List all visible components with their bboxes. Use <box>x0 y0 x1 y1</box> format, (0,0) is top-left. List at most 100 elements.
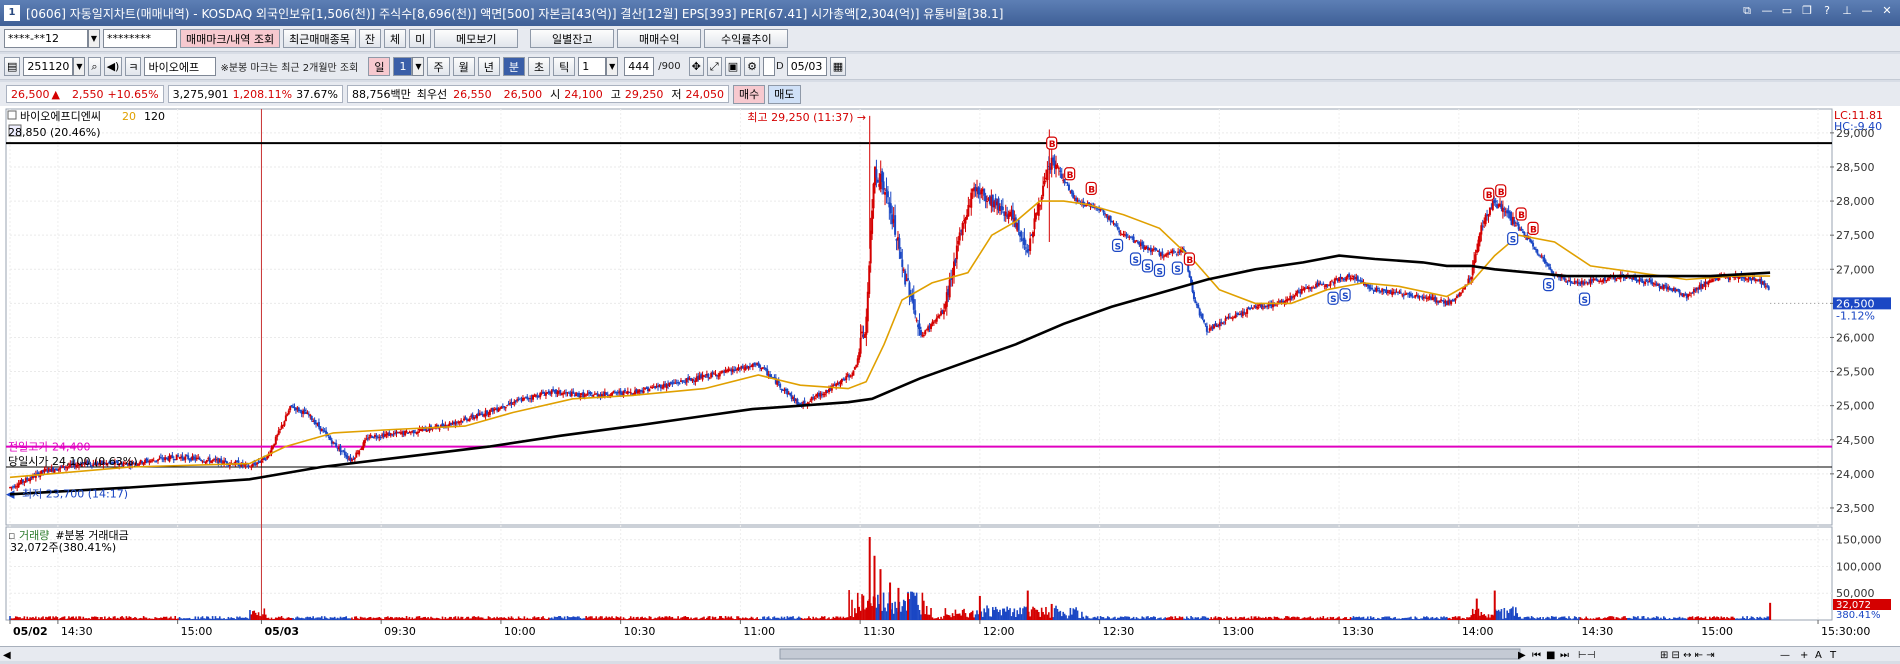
restore-icon[interactable]: ▭ <box>1780 4 1794 18</box>
volume-bar <box>1545 617 1547 620</box>
screen-number-badge[interactable]: 1 <box>4 5 20 21</box>
volume-bar <box>701 617 704 620</box>
date-checkbox[interactable] <box>762 57 775 76</box>
tab-filled[interactable]: 체 <box>384 29 407 48</box>
candle-body <box>1197 304 1200 309</box>
volume-bar <box>719 616 721 620</box>
period-dropdown-icon[interactable]: ▼ <box>412 57 425 76</box>
scroll-right-icon[interactable]: ▶ <box>1518 650 1526 661</box>
volume-bar <box>158 618 161 620</box>
candle-body <box>1481 225 1484 227</box>
stock-info-icon[interactable]: ㅋ <box>125 57 142 76</box>
volume-bar <box>1596 617 1599 620</box>
code-dropdown-icon[interactable]: ▼ <box>73 57 86 76</box>
volume-bar <box>164 616 166 620</box>
volume-bar <box>1420 618 1422 620</box>
scroll-first-icon[interactable]: ⏮ <box>1532 650 1541 661</box>
profit-trend-button[interactable]: 수익률추이 <box>704 29 789 48</box>
volume-bar <box>171 618 174 620</box>
period-month-button[interactable]: 월 <box>452 57 475 76</box>
memo-button[interactable]: 메모보기 <box>434 29 519 48</box>
layout-icon[interactable]: ▤ <box>4 57 21 76</box>
candle-body <box>1274 304 1277 306</box>
volume-bar <box>1275 617 1277 620</box>
horizontal-scrollbar[interactable]: ◀ ▶ ⏮ ■ ⏭ ⊢⊣ ⊞ ⊟ ↔ ⇤ ⇥ — + A T <box>0 646 1900 661</box>
settings-icon[interactable]: ⚙ <box>744 57 760 76</box>
calendar-icon[interactable]: ▦ <box>829 57 847 76</box>
scroll-thumb[interactable] <box>779 648 1521 660</box>
volume-bar <box>881 610 883 620</box>
tab-unfilled[interactable]: 미 <box>409 29 432 48</box>
buy-button[interactable]: 매수 <box>733 84 766 104</box>
date-input[interactable]: 05/03 <box>786 57 827 76</box>
trade-profit-button[interactable]: 매매수익 <box>617 29 702 48</box>
text-tool-icon[interactable]: T <box>1829 650 1837 661</box>
volume-bar <box>315 617 317 620</box>
period-number[interactable]: 1 <box>393 57 413 76</box>
interval-dropdown-icon[interactable]: ▼ <box>606 57 619 76</box>
chart-area[interactable]: ◀ BBBSSSSSBSSBBSBBSS 29,000 28,500 28,000 2… <box>0 106 1900 646</box>
volume-bar <box>997 611 1000 620</box>
save-icon[interactable]: ▣ <box>724 57 742 76</box>
scroll-left-icon[interactable]: ◀ <box>3 650 11 661</box>
zoom-out-icon[interactable]: — <box>1780 650 1790 661</box>
min-small-icon[interactable]: — <box>1760 4 1774 18</box>
daily-balance-button[interactable]: 일별잔고 <box>530 29 615 48</box>
period-second-button[interactable]: 초 <box>527 57 551 76</box>
period-day-button[interactable]: 일 <box>368 57 391 76</box>
help-icon[interactable]: ? <box>1820 4 1834 18</box>
font-size-icon[interactable]: A <box>1815 650 1822 661</box>
volume-bar <box>974 614 977 620</box>
candle-body <box>379 436 382 438</box>
scroll-stop-icon[interactable]: ■ <box>1546 650 1555 661</box>
link-window-icon[interactable]: ⧉ <box>1740 4 1754 18</box>
marker-label: B <box>1518 211 1525 221</box>
volume-bar <box>1289 618 1292 620</box>
copy-window-icon[interactable]: ❐ <box>1800 4 1814 18</box>
volume-bar <box>1493 590 1496 620</box>
volume-bar <box>361 617 363 620</box>
marker-label: B <box>1186 256 1193 266</box>
account-dropdown-icon[interactable]: ▼ <box>88 29 100 48</box>
close-icon[interactable]: ✕ <box>1880 4 1894 18</box>
zoom-tools-icon[interactable]: ⊞ ⊟ ↔ ⇤ ⇥ <box>1660 650 1715 661</box>
volume-bar <box>1477 608 1480 620</box>
candle-body <box>845 376 848 380</box>
zoom-in-icon[interactable]: + <box>1800 650 1808 661</box>
volume-bar <box>1635 617 1638 620</box>
volume-bar <box>836 616 839 620</box>
candle-body <box>1352 275 1355 278</box>
volume-bar <box>234 619 237 620</box>
password-field[interactable]: ******** <box>103 29 177 48</box>
period-week-button[interactable]: 주 <box>427 57 450 76</box>
recent-trades-button[interactable]: 최근매매종목 <box>283 29 356 48</box>
volume-bar <box>502 617 504 620</box>
zoom-icon[interactable]: ⤢ <box>706 57 722 76</box>
legend-toggle-icon[interactable] <box>7 110 17 120</box>
volume-bar <box>849 615 852 620</box>
chart-tools-icon[interactable]: ✥ <box>688 57 704 76</box>
search-icon[interactable]: ⌕ <box>88 57 101 76</box>
stock-code-input[interactable]: 251120 <box>23 57 74 76</box>
tab-balance[interactable]: 잔 <box>358 29 382 48</box>
period-year-button[interactable]: 년 <box>477 57 500 76</box>
minimize-icon[interactable]: — <box>1860 4 1874 18</box>
candle-body <box>961 222 964 236</box>
volume-bar <box>654 617 656 620</box>
volume-bar <box>1750 616 1753 620</box>
sound-icon[interactable]: ◀) <box>103 57 123 76</box>
period-tick-button[interactable]: 틱 <box>553 57 576 76</box>
range-icon[interactable]: ⊢⊣ <box>1578 650 1595 661</box>
scroll-last-icon[interactable]: ⏭ <box>1560 650 1569 661</box>
volume-bar <box>1217 616 1220 620</box>
sell-button[interactable]: 매도 <box>768 84 801 104</box>
period-minute-button[interactable]: 분 <box>502 57 525 76</box>
trade-mark-query-button[interactable]: 매매마크/내역 조회 <box>180 29 281 48</box>
volume-bar <box>756 617 758 620</box>
count-input[interactable]: 444 <box>624 57 655 76</box>
candle-body <box>1113 223 1116 225</box>
price-chart[interactable]: ◀ BBBSSS S SBS SB BSBBSS 29,00028,50028,0002… <box>0 106 1900 646</box>
account-select[interactable]: ****-**12 <box>4 29 88 48</box>
pin-icon[interactable]: ⊥ <box>1840 4 1854 18</box>
interval-input[interactable]: 1 <box>578 57 607 76</box>
